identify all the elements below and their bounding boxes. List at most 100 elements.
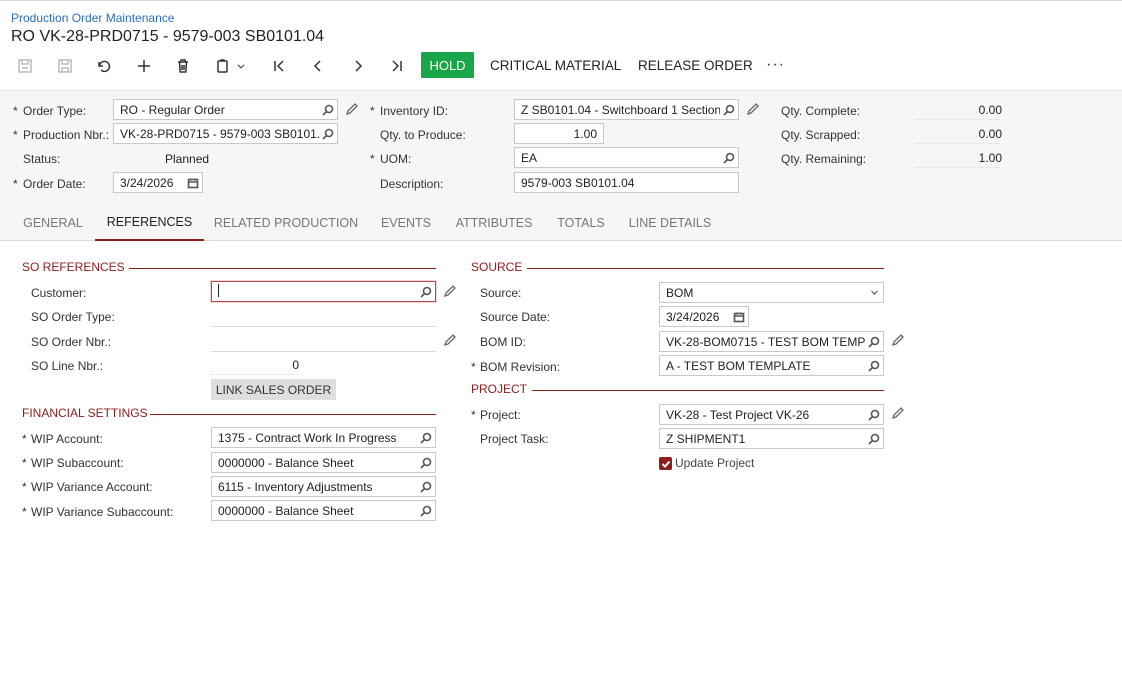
search-icon[interactable] bbox=[417, 501, 435, 520]
calendar-icon[interactable] bbox=[184, 173, 202, 192]
calendar-icon[interactable] bbox=[730, 307, 748, 326]
search-icon[interactable] bbox=[865, 405, 883, 424]
page-title: RO VK-28-PRD0715 - 9579-003 SB0101.04 bbox=[11, 28, 325, 45]
so-order-type-label: SO Order Type: bbox=[31, 310, 115, 324]
wip-variance-account-field[interactable]: 6115 - Inventory Adjustments bbox=[211, 476, 436, 497]
bom-id-field[interactable]: VK-28-BOM0715 - TEST BOM TEMPL bbox=[659, 331, 884, 352]
search-icon[interactable] bbox=[720, 100, 738, 119]
order-type-value: RO - Regular Order bbox=[120, 102, 225, 117]
chevron-down-icon[interactable] bbox=[234, 56, 248, 76]
uom-label: UOM: bbox=[380, 152, 412, 166]
uom-field[interactable]: EA bbox=[514, 147, 739, 168]
required-marker: * bbox=[22, 505, 27, 519]
production-nbr-field[interactable]: VK-28-PRD0715 - 9579-003 SB0101.0 bbox=[113, 123, 338, 144]
qty-to-produce-value: 1.00 bbox=[573, 126, 597, 141]
edit-pencil-icon[interactable] bbox=[891, 406, 905, 420]
undo-icon[interactable] bbox=[93, 56, 115, 76]
search-icon[interactable] bbox=[865, 332, 883, 351]
next-record-icon[interactable] bbox=[347, 56, 369, 76]
description-field[interactable]: 9579-003 SB0101.04 bbox=[514, 172, 739, 193]
link-sales-order-button[interactable]: LINK SALES ORDER bbox=[211, 379, 336, 400]
qty-scrapped-label: Qty. Scrapped: bbox=[781, 128, 861, 142]
source-select[interactable]: BOM bbox=[659, 282, 884, 303]
previous-record-icon[interactable] bbox=[307, 56, 329, 76]
customer-input[interactable] bbox=[218, 283, 417, 300]
tab-attributes[interactable]: ATTRIBUTES bbox=[444, 205, 544, 241]
project-field[interactable]: VK-28 - Test Project VK-26 bbox=[659, 404, 884, 425]
wip-variance-account-label: WIP Variance Account: bbox=[31, 480, 153, 494]
edit-pencil-icon[interactable] bbox=[345, 102, 359, 116]
search-icon[interactable] bbox=[417, 477, 435, 496]
copy-paste-icon[interactable] bbox=[212, 56, 234, 76]
tab-line-details[interactable]: LINE DETAILS bbox=[618, 205, 722, 241]
required-marker: * bbox=[471, 408, 476, 422]
chevron-down-icon[interactable] bbox=[865, 283, 883, 302]
save-icon[interactable] bbox=[54, 56, 76, 76]
last-record-icon[interactable] bbox=[386, 56, 408, 76]
bom-revision-label: BOM Revision: bbox=[480, 360, 561, 374]
order-type-label: Order Type: bbox=[23, 104, 87, 118]
project-value: VK-28 - Test Project VK-26 bbox=[666, 407, 810, 422]
qty-to-produce-label: Qty. to Produce: bbox=[380, 128, 466, 142]
wip-subaccount-field[interactable]: 0000000 - Balance Sheet bbox=[211, 452, 436, 473]
source-value: BOM bbox=[666, 285, 694, 300]
qty-complete-label: Qty. Complete: bbox=[781, 104, 861, 118]
search-icon[interactable] bbox=[417, 453, 435, 472]
qty-to-produce-field[interactable]: 1.00 bbox=[514, 123, 604, 144]
required-marker: * bbox=[370, 152, 375, 166]
add-icon[interactable] bbox=[133, 56, 155, 76]
so-order-nbr-field[interactable] bbox=[211, 351, 436, 352]
project-title: PROJECT bbox=[471, 382, 528, 396]
tab-general[interactable]: GENERAL bbox=[11, 205, 95, 241]
search-icon[interactable] bbox=[319, 124, 337, 143]
more-actions-icon[interactable]: ··· bbox=[766, 52, 785, 78]
delete-icon[interactable] bbox=[172, 56, 194, 76]
inventory-id-field[interactable]: Z SB0101.04 - Switchboard 1 Section bbox=[514, 99, 739, 120]
required-marker: * bbox=[13, 128, 18, 142]
customer-label: Customer: bbox=[31, 286, 87, 300]
first-record-icon[interactable] bbox=[268, 56, 290, 76]
qty-remaining-label: Qty. Remaining: bbox=[781, 152, 867, 166]
tab-related-production[interactable]: RELATED PRODUCTION bbox=[204, 205, 368, 241]
search-icon[interactable] bbox=[417, 282, 435, 301]
bom-revision-field[interactable]: A - TEST BOM TEMPLATE bbox=[659, 355, 884, 376]
search-icon[interactable] bbox=[865, 429, 883, 448]
release-order-button[interactable]: RELEASE ORDER bbox=[638, 52, 753, 78]
tab-totals[interactable]: TOTALS bbox=[544, 205, 618, 241]
tab-events[interactable]: EVENTS bbox=[368, 205, 444, 241]
financial-settings-title: FINANCIAL SETTINGS bbox=[22, 406, 148, 420]
update-project-checkbox[interactable] bbox=[659, 457, 672, 470]
source-date-label: Source Date: bbox=[480, 310, 551, 324]
edit-pencil-icon[interactable] bbox=[443, 284, 457, 298]
update-project-label: Update Project bbox=[675, 456, 755, 470]
order-type-field[interactable]: RO - Regular Order bbox=[113, 99, 338, 120]
status-label: Status: bbox=[23, 152, 61, 166]
section-divider bbox=[527, 268, 884, 269]
breadcrumb[interactable]: Production Order Maintenance bbox=[11, 11, 174, 25]
qty-scrapped-value: 0.00 bbox=[916, 124, 1002, 144]
search-icon[interactable] bbox=[417, 428, 435, 447]
wip-variance-subaccount-label: WIP Variance Subaccount: bbox=[31, 505, 174, 519]
bom-id-label: BOM ID: bbox=[480, 335, 527, 349]
so-line-nbr-value: 0 bbox=[211, 355, 299, 375]
project-task-field[interactable]: Z SHIPMENT1 bbox=[659, 428, 884, 449]
critical-material-button[interactable]: CRITICAL MATERIAL bbox=[490, 52, 621, 78]
edit-pencil-icon[interactable] bbox=[891, 333, 905, 347]
tab-references[interactable]: REFERENCES bbox=[95, 205, 204, 241]
order-date-field[interactable]: 3/24/2026 bbox=[113, 172, 203, 193]
wip-account-field[interactable]: 1375 - Contract Work In Progress bbox=[211, 427, 436, 448]
edit-pencil-icon[interactable] bbox=[443, 333, 457, 347]
save-close-icon[interactable] bbox=[14, 56, 36, 76]
source-date-field[interactable]: 3/24/2026 bbox=[659, 306, 749, 327]
hold-button[interactable]: HOLD bbox=[421, 52, 474, 78]
search-icon[interactable] bbox=[720, 148, 738, 167]
search-icon[interactable] bbox=[319, 100, 337, 119]
section-divider bbox=[129, 268, 436, 269]
project-task-label: Project Task: bbox=[480, 432, 549, 446]
search-icon[interactable] bbox=[865, 356, 883, 375]
customer-field[interactable] bbox=[211, 281, 436, 302]
so-line-nbr-label: SO Line Nbr.: bbox=[31, 359, 104, 373]
so-order-type-field[interactable] bbox=[211, 326, 436, 327]
wip-variance-subaccount-field[interactable]: 0000000 - Balance Sheet bbox=[211, 500, 436, 521]
edit-pencil-icon[interactable] bbox=[746, 102, 760, 116]
